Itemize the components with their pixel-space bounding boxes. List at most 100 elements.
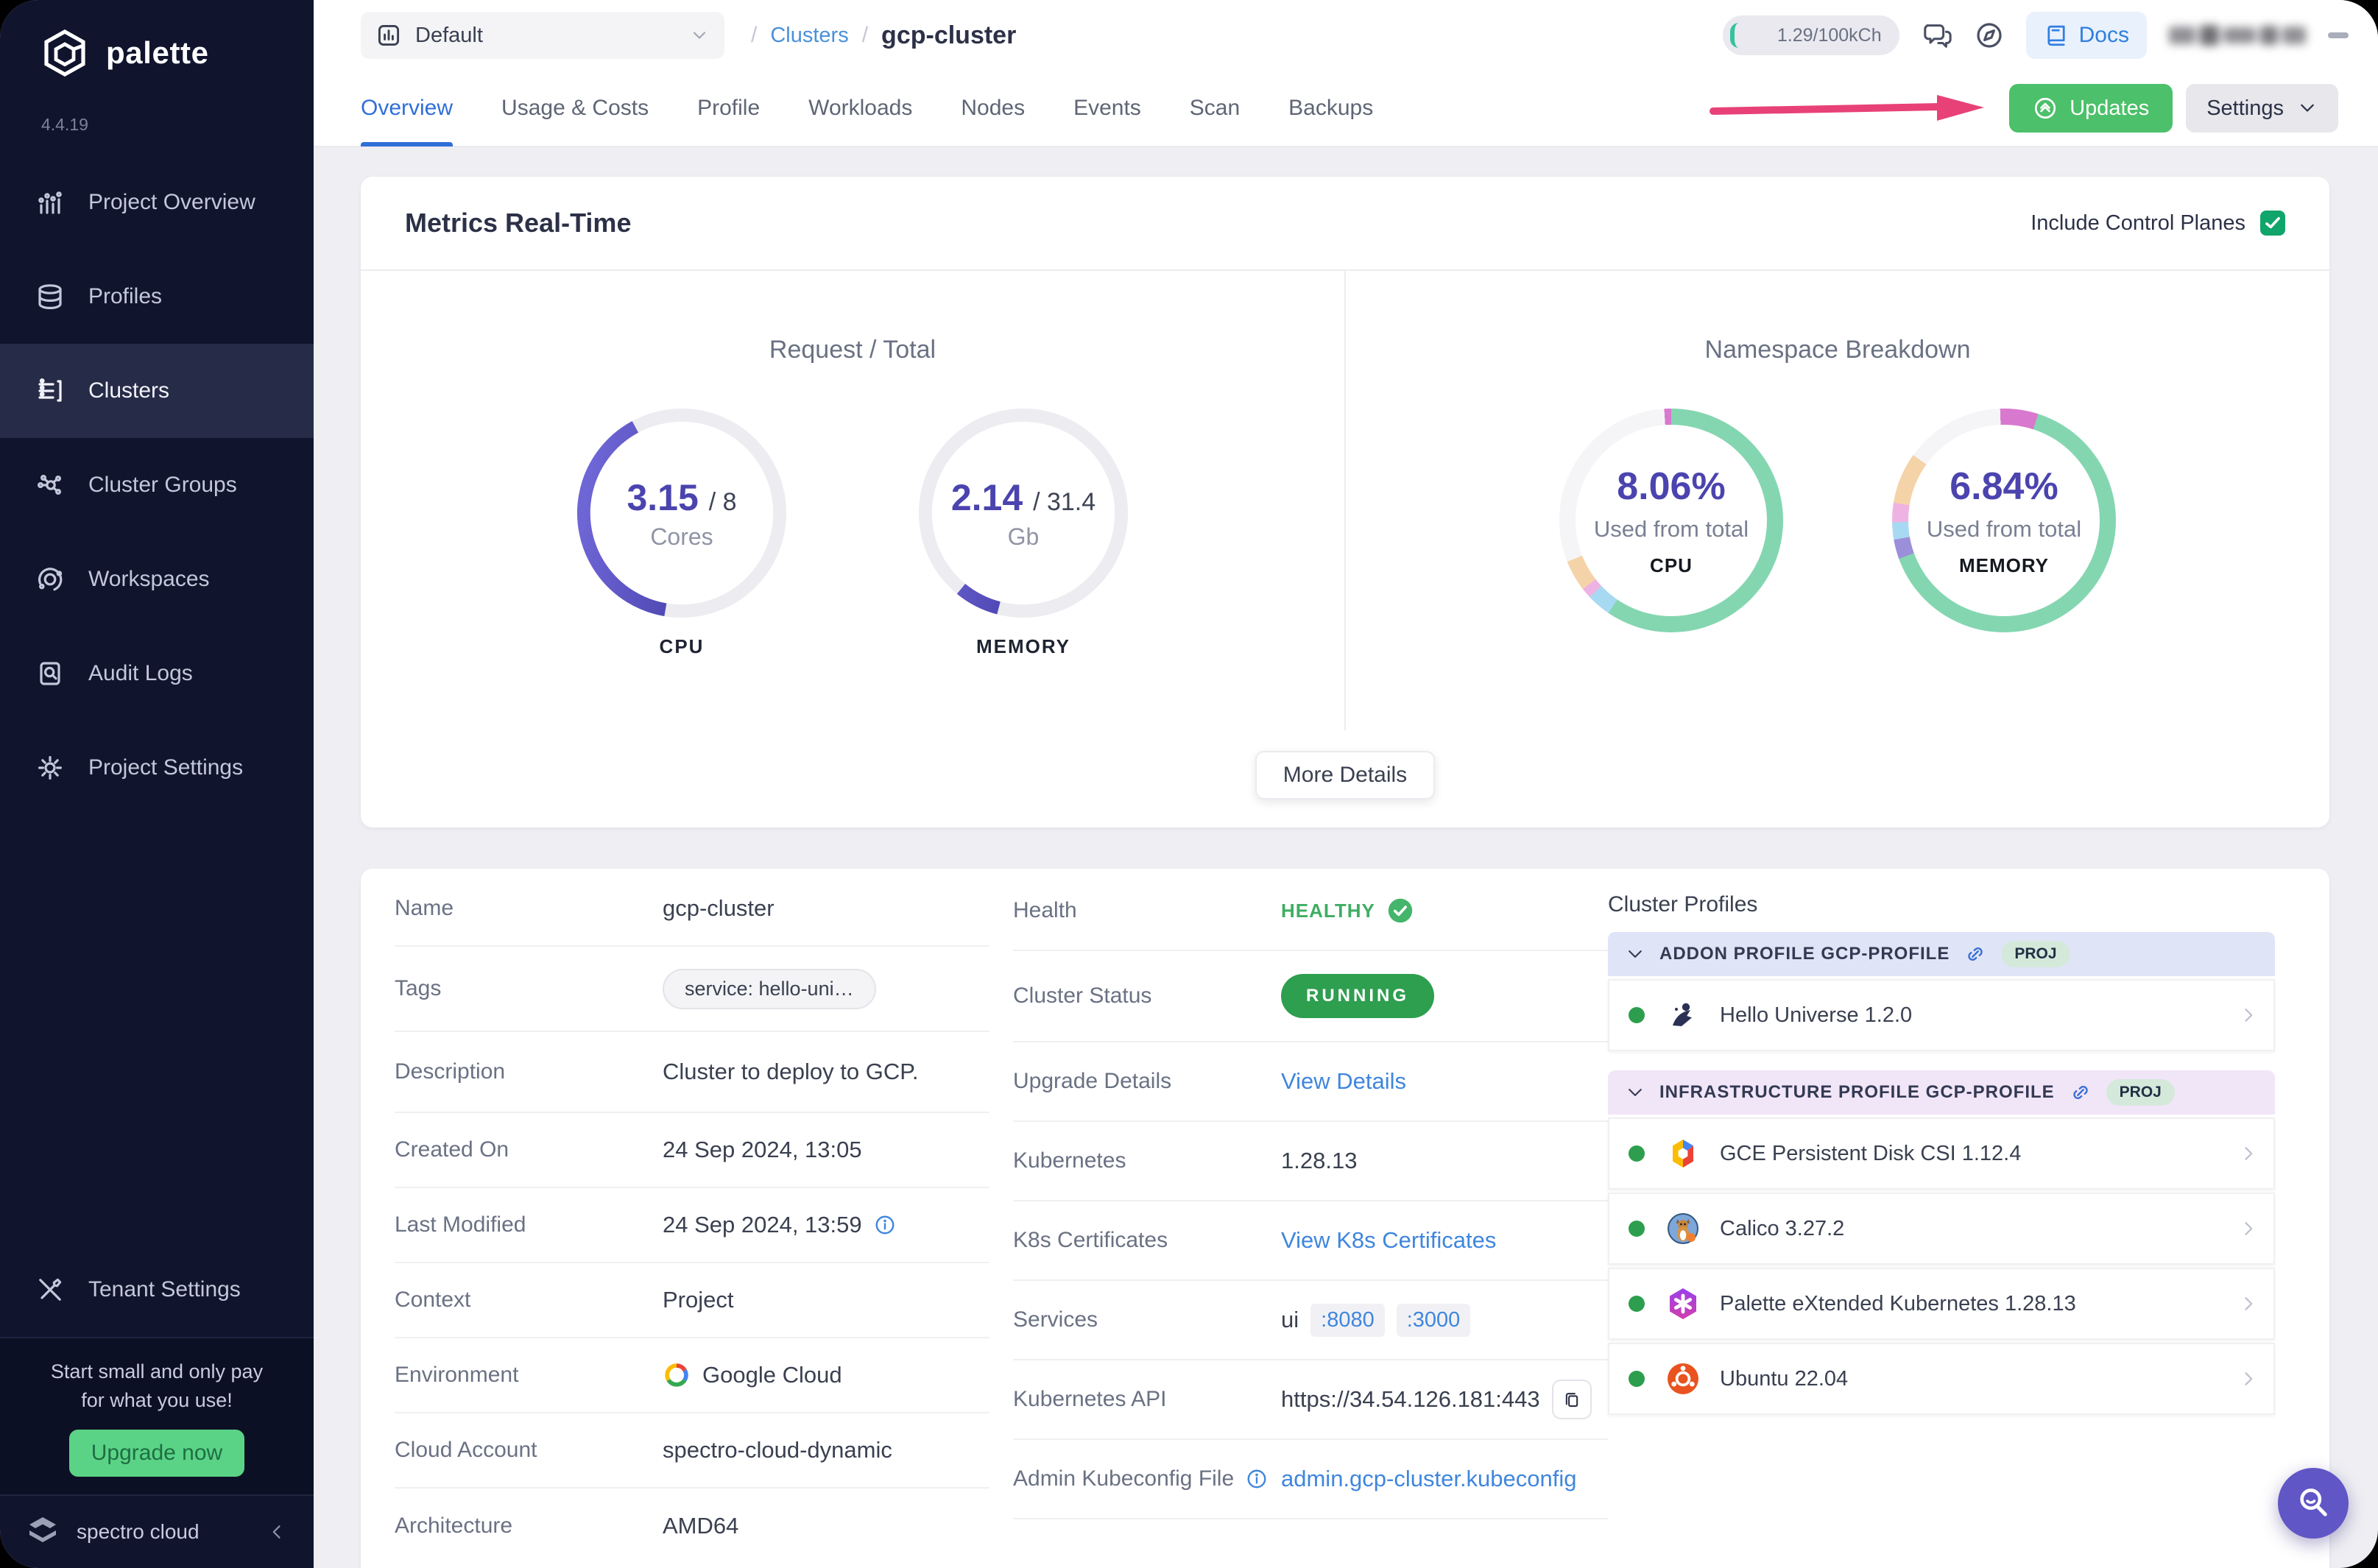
tab-workloads[interactable]: Workloads [808,70,912,146]
usage-counter[interactable]: 1.29/100kCh [1722,15,1899,55]
cluster-details-card: Name gcp-cluster Tags service: hello-uni… [361,869,2329,1568]
sidebar-item-workspaces[interactable]: Workspaces [0,532,314,626]
palette-logo[interactable]: palette [38,27,314,80]
detail-row-cluster-status: Cluster Status RUNNING [1013,951,1608,1042]
breadcrumb-separator: / [751,23,758,47]
main-area: Default / Clusters / gcp-cluster 1.29/10… [314,0,2378,1568]
sidebar-item-profiles[interactable]: Profiles [0,250,314,344]
updates-button[interactable]: Updates [2009,84,2173,133]
detail-row-kubernetes: Kubernetes 1.28.13 [1013,1122,1608,1201]
donut-sublabel: Used from total [1593,515,1749,542]
cluster-profiles-title: Cluster Profiles [1608,892,1758,917]
more-details-button[interactable]: More Details [1255,751,1436,799]
sidebar-item-cluster-groups[interactable]: Cluster Groups [0,438,314,532]
collapse-sidebar-button[interactable] [267,1522,287,1542]
link-icon [2072,1086,2088,1099]
project-selector[interactable]: Default [361,12,724,59]
sidebar-item-project-settings[interactable]: Project Settings [0,721,314,815]
gauge-total: / 31.4 [1033,487,1096,516]
hello-universe-icon [1673,1003,1692,1026]
annotation-arrow [1707,92,1987,124]
include-control-planes-checkbox[interactable] [2260,211,2285,236]
tabs-actions: Updates Settings [1707,84,2338,133]
infrastructure-profile-header[interactable]: INFRASTRUCTURE PROFILE GCP-PROFILE PROJ [1608,1070,2275,1115]
profile-layer-hello-universe[interactable]: Hello Universe 1.2.0 [1608,979,2275,1051]
architecture-value: AMD64 [663,1513,739,1539]
chevron-right-icon [2245,1372,2253,1385]
sidebar-item-label: Audit Logs [88,661,193,685]
profile-layer-palette-extended-kubernetes[interactable]: Palette eXtended Kubernetes 1.28.13 [1608,1268,2275,1340]
service-port-link[interactable]: :3000 [1396,1303,1471,1337]
search-fab-button[interactable] [2278,1468,2349,1539]
cpu-namespace-donut: 8.06% Used from total CPU [1559,409,1783,632]
profile-layer-gce-persistent-disk[interactable]: GCE Persistent Disk CSI 1.12.4 [1608,1117,2275,1190]
docs-button[interactable]: Docs [2025,12,2147,59]
sidebar-item-audit-logs[interactable]: Audit Logs [0,626,314,721]
status-dot [1629,1145,1645,1162]
kubeconfig-download-link[interactable]: admin.gcp-cluster.kubeconfig [1281,1466,1577,1492]
cpu-gauge: 3.15 / 8 Cores CPU [564,403,800,658]
tab-backups[interactable]: Backups [1288,70,1373,146]
sidebar-item-label: Project Overview [88,190,255,214]
view-details-link[interactable]: View Details [1281,1068,1406,1095]
sidebar-item-project-overview[interactable]: Project Overview [0,155,314,250]
cluster-status-badge: RUNNING [1281,974,1434,1018]
usage-value: 1.29/100kCh [1777,24,1882,46]
profile-layer-ubuntu[interactable]: Ubuntu 22.04 [1608,1343,2275,1415]
gauge-unit: Gb [1007,523,1040,550]
last-modified-value: 24 Sep 2024, 13:59 [663,1212,862,1237]
donut-percent: 6.84% [1950,465,2058,508]
chevron-left-icon [272,1525,281,1539]
user-name-redacted[interactable] [2169,25,2306,46]
project-chart-icon [378,24,400,46]
calico-icon [1668,1213,1698,1244]
detail-row-architecture: Architecture AMD64 [395,1513,739,1539]
sidebar-item-label: Cluster Groups [88,473,237,497]
ubuntu-icon [1668,1363,1698,1394]
settings-button[interactable]: Settings [2186,84,2338,133]
tab-nodes[interactable]: Nodes [961,70,1025,146]
donut-label: CPU [1650,554,1693,576]
kubernetes-version-value: 1.28.13 [1281,1148,1358,1173]
tab-overview[interactable]: Overview [361,70,453,146]
proj-badge: PROJ [2106,1079,2175,1106]
description-value: Cluster to deploy to GCP. [663,1059,919,1084]
status-dot [1629,1221,1645,1237]
proj-badge: PROJ [2001,941,2070,967]
service-port-link[interactable]: :8080 [1310,1303,1385,1337]
tag-pill[interactable]: service: hello-uni… [663,968,876,1009]
donut-sublabel: Used from total [1926,515,2082,542]
book-icon [2047,25,2065,46]
chat-button[interactable] [1922,20,1952,51]
info-icon[interactable] [874,1214,896,1236]
detail-row-health: Health HEALTHY [1013,872,1608,951]
profile-layer-calico[interactable]: Calico 3.27.2 [1608,1193,2275,1265]
cluster-profiles-section: Cluster Profiles ADDON PROFILE GCP-PROFI… [1608,872,2275,1568]
metrics-realtime-card: Metrics Real-Time Include Control Planes… [361,177,2329,827]
tab-scan[interactable]: Scan [1190,70,1240,146]
donut-label: MEMORY [1958,554,2050,576]
addon-profile-header[interactable]: ADDON PROFILE GCP-PROFILE PROJ [1608,932,2275,976]
sidebar-item-tenant-settings[interactable]: Tenant Settings [0,1243,314,1337]
upgrade-now-button[interactable]: Upgrade now [69,1430,244,1477]
copy-button[interactable] [1551,1380,1592,1419]
explore-button[interactable] [1975,21,2004,50]
more-details-row: More Details [361,730,2329,799]
breadcrumb-clusters-link[interactable]: Clusters [770,24,848,48]
view-k8s-certificates-link[interactable]: View K8s Certificates [1281,1227,1496,1254]
tab-usage-costs[interactable]: Usage & Costs [501,70,649,146]
chevron-down-icon [1629,1089,1642,1096]
sidebar-item-clusters[interactable]: Clusters [0,344,314,438]
detail-row-k8s-certificates: K8s Certificates View K8s Certificates [1013,1201,1608,1281]
sidebar-footer: spectro cloud [0,1494,314,1568]
info-icon[interactable] [1246,1468,1268,1490]
tab-events[interactable]: Events [1073,70,1141,146]
health-status-badge: HEALTHY [1281,899,1375,922]
detail-row-kubernetes-api: Kubernetes API https://34.54.126.181:443 [1013,1360,1608,1440]
tab-profile[interactable]: Profile [697,70,760,146]
detail-row-services: Services ui :8080 :3000 [1013,1281,1608,1360]
copy-icon [1565,1393,1578,1408]
check-icon [2265,216,2280,229]
google-cloud-icon [665,1363,688,1387]
menu-dash-icon[interactable] [2328,32,2349,38]
